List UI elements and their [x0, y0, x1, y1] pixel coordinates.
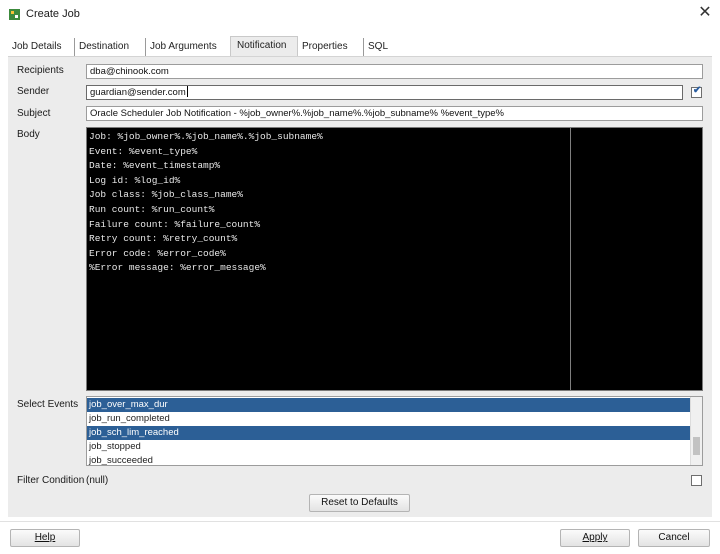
- window-title: Create Job: [26, 8, 80, 20]
- recipients-field[interactable]: dba@chinook.com: [86, 64, 703, 79]
- sender-field[interactable]: guardian@sender.com: [86, 85, 683, 100]
- body-line: Error code: %error_code%: [89, 247, 226, 259]
- body-line: %Error message: %error_message%: [89, 262, 266, 274]
- sender-checkbox[interactable]: ✔: [691, 85, 702, 98]
- title-bar: Create Job ✕: [0, 0, 720, 28]
- right-margin-guide: [570, 128, 571, 390]
- tab-destination[interactable]: Destination: [74, 38, 144, 56]
- help-button[interactable]: Help: [10, 529, 80, 547]
- body-line: Date: %event_timestamp%: [89, 160, 221, 172]
- select-events-label: Select Events: [17, 399, 79, 410]
- tab-bar: Job Details Destination Job Arguments No…: [8, 36, 712, 56]
- apply-button-label: Apply: [582, 532, 608, 543]
- tab-properties[interactable]: Properties: [298, 38, 362, 56]
- subject-label: Subject: [17, 108, 51, 119]
- body-line: Event: %event_type%: [89, 145, 198, 157]
- filter-checkbox[interactable]: [691, 475, 702, 486]
- body-editor[interactable]: Job: %job_owner%.%job_name%.%job_subname…: [86, 127, 703, 391]
- body-line: Log id: %log_id%: [89, 174, 181, 186]
- body-line: Job class: %job_class_name%: [89, 189, 243, 201]
- check-icon: ✔: [693, 85, 702, 96]
- body-line: Failure count: %failure_count%: [89, 218, 261, 230]
- text-caret: [186, 86, 188, 97]
- sender-label: Sender: [17, 86, 50, 97]
- sender-value: guardian@sender.com: [90, 87, 186, 98]
- help-button-label: Help: [34, 532, 56, 543]
- tab-sql[interactable]: SQL: [363, 38, 403, 56]
- close-icon[interactable]: ✕: [694, 4, 716, 24]
- subject-field[interactable]: Oracle Scheduler Job Notification - %job…: [86, 106, 703, 121]
- recipients-label: Recipients: [17, 65, 64, 76]
- body-label: Body: [17, 129, 40, 140]
- cancel-button[interactable]: Cancel: [638, 529, 710, 547]
- events-scroll-thumb[interactable]: [693, 437, 700, 455]
- event-item-job-over-max-dur[interactable]: job_over_max_dur: [87, 398, 690, 412]
- filter-condition-value: (null): [86, 475, 109, 486]
- event-item-job-stopped[interactable]: job_stopped: [87, 440, 690, 454]
- app-icon: [9, 9, 20, 20]
- body-line: Run count: %run_count%: [89, 204, 215, 215]
- reset-to-defaults-button[interactable]: Reset to Defaults: [309, 494, 410, 512]
- body-line: Retry count: %retry_count%: [89, 233, 238, 245]
- filter-condition-label: Filter Condition: [17, 475, 85, 486]
- events-list[interactable]: job_over_max_dur job_run_completed job_s…: [86, 396, 703, 466]
- event-item-job-run-completed[interactable]: job_run_completed: [87, 412, 690, 426]
- event-item-job-sch-lim-reached[interactable]: job_sch_lim_reached: [87, 426, 690, 440]
- apply-button[interactable]: Apply: [560, 529, 630, 547]
- event-item-job-succeeded[interactable]: job_succeeded: [87, 454, 690, 465]
- footer-divider: [0, 521, 720, 522]
- body-line: Job: %job_owner%.%job_name%.%job_subname…: [89, 131, 323, 142]
- tab-notification[interactable]: Notification: [230, 36, 298, 56]
- tab-job-arguments[interactable]: Job Arguments: [145, 38, 229, 56]
- tab-job-details[interactable]: Job Details: [8, 38, 74, 56]
